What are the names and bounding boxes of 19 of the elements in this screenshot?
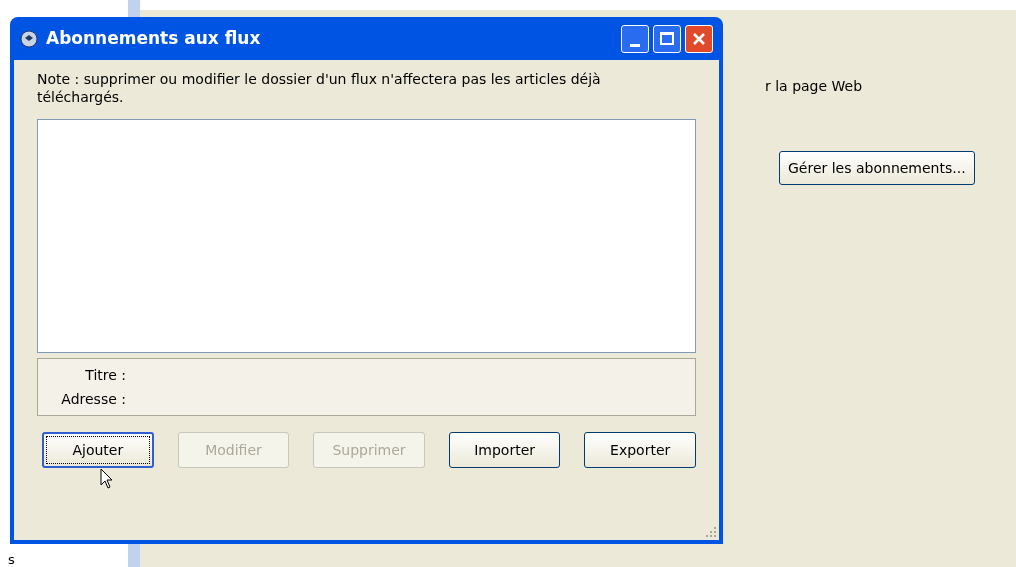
close-icon [692,31,706,46]
dialog-button[interactable]: Ajouter [42,432,154,468]
resize-grip-icon [705,526,717,538]
minimize-button[interactable] [621,24,649,53]
note-text: Note : supprimer ou modifier le dossier d'un flux n'affectera pas les articles déjà téléchargés. [37,70,602,106]
maximize-icon [660,32,674,45]
manage-subscriptions-button[interactable]: Gérer les abonnements... [779,151,975,185]
detail-label: Adresse : [60,389,126,409]
dialog-button[interactable]: Exporter [584,432,696,468]
app-icon [20,29,38,48]
detail-label: Titre : [84,365,126,385]
close-button[interactable] [685,24,713,53]
sidebar-text: s [8,551,15,567]
window-title: Abonnements aux flux [46,26,262,50]
dialog-button[interactable]: Importer [448,432,561,468]
maximize-button[interactable] [653,24,681,53]
minimize-icon [630,43,640,47]
mouse-cursor-icon [100,468,114,490]
option-label: r la page Web [765,77,863,96]
